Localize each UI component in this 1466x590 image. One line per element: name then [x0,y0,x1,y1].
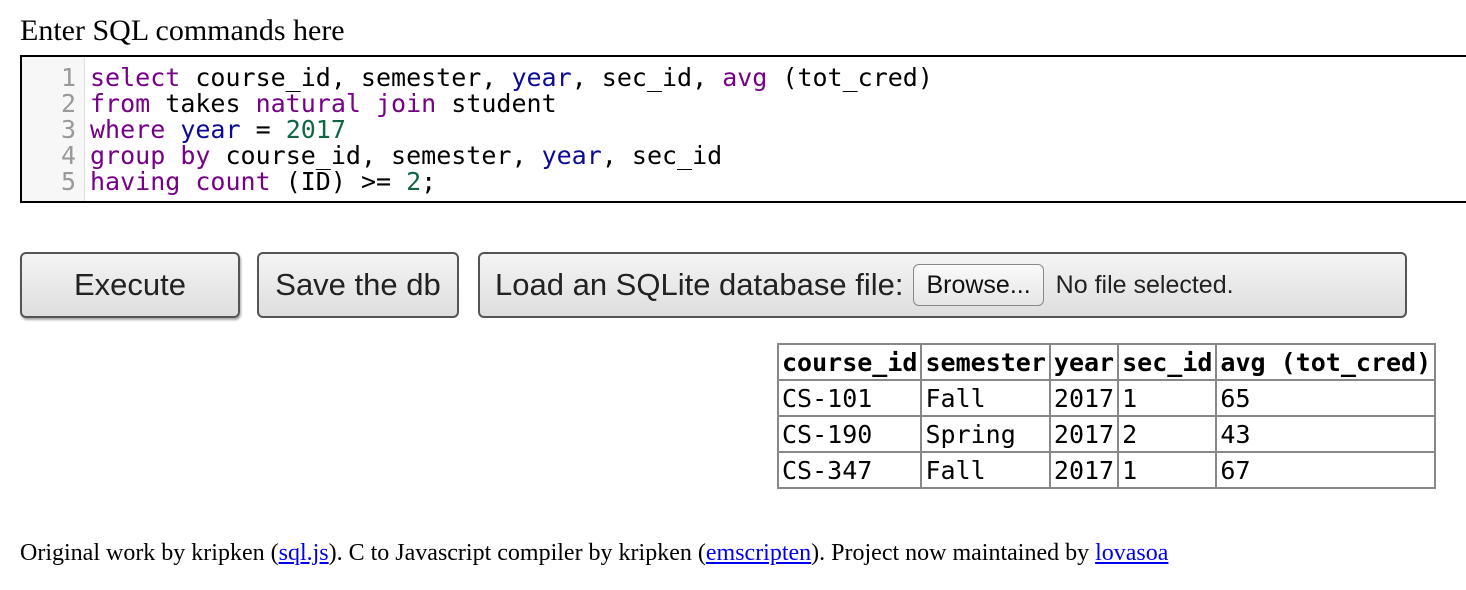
code-token: group [90,141,166,170]
table-cell: Fall [920,451,1051,489]
results-table: course_id semester year sec_id avg (tot_cred… [776,343,1437,489]
file-status-text: No file selected. [1055,270,1234,299]
line-code[interactable]: where year = 2017 [90,117,346,143]
load-db-file-control[interactable]: Load an SQLite database file: Browse... … [478,252,1407,318]
code-token: (ID) >= [270,167,407,196]
code-token: 2 [406,167,422,196]
load-db-label: Load an SQLite database file: [495,267,904,302]
footer-credits: Original work by kripken (sql.js). C to … [20,540,1168,567]
line-number: 2 [60,89,76,118]
code-token: from [90,89,151,118]
footer-text-2: ). C to Javascript compiler by kripken ( [328,540,706,566]
code-token: course_id, semester, [180,63,512,92]
line-number: 1 [60,63,76,92]
line-code[interactable]: group by course_id, semester, year, sec_… [90,143,722,169]
table-row: CS-101 Fall 2017 1 65 [776,379,1437,417]
code-token: , sec_id, [571,63,723,92]
table-cell: CS-101 [776,379,923,417]
browse-button[interactable]: Browse... [913,264,1044,306]
line-number: 3 [60,115,76,144]
column-header: year [1048,343,1120,381]
table-cell: Fall [920,379,1051,417]
line-code[interactable]: select course_id, semester, year, sec_id… [90,65,933,91]
code-token: (tot_cred) [767,63,933,92]
table-row: CS-347 Fall 2017 1 67 [776,451,1437,489]
table-cell: 65 [1215,379,1437,417]
table-cell: 43 [1215,415,1437,453]
code-token: takes [150,89,256,118]
code-token: avg [722,63,768,92]
line-number: 4 [60,141,76,170]
code-token: course_id, semester, [210,141,542,170]
table-cell: 67 [1215,451,1437,489]
code-token: natural [255,89,361,118]
column-header: sec_id [1117,343,1218,381]
column-header: semester [920,343,1051,381]
code-token: = [240,115,286,144]
table-cell: 2017 [1048,379,1120,417]
table-cell: 2017 [1048,451,1120,489]
column-header: course_id [776,343,923,381]
column-header: avg (tot_cred) [1215,343,1437,381]
code-token: 2017 [285,115,346,144]
table-cell: Spring [920,415,1051,453]
code-token: count [195,167,271,196]
code-token: year [541,141,602,170]
code-token: select [90,63,181,92]
line-code[interactable]: having count (ID) >= 2; [90,169,436,195]
table-row: CS-190 Spring 2017 2 43 [776,415,1437,453]
save-db-button[interactable]: Save the db [257,252,459,318]
footer-text-1: Original work by kripken ( [20,540,279,566]
results-body: CS-101 Fall 2017 1 65 CS-190 Spring 2017 2 43 CS-3… [776,379,1437,489]
code-token: , sec_id [601,141,723,170]
table-cell: CS-347 [776,451,923,489]
lovasoa-link[interactable]: lovasoa [1095,540,1168,566]
code-token: ; [421,167,437,196]
table-cell: 2 [1117,415,1218,453]
sql-editor[interactable]: 1 select course_id, semester, year, sec_i… [20,55,1466,203]
line-code[interactable]: from takes natural join student [90,91,557,117]
page-heading: Enter SQL commands here [20,14,345,47]
table-cell: 1 [1117,451,1218,489]
execute-button[interactable]: Execute [20,252,240,318]
code-token: student [436,89,557,118]
emscripten-link[interactable]: emscripten [706,540,811,566]
code-token: year [511,63,572,92]
code-token: by [180,141,211,170]
code-token: join [376,89,437,118]
code-token: where [90,115,166,144]
code-token: year [180,115,241,144]
table-cell: 2017 [1048,415,1120,453]
sqljs-link[interactable]: sql.js [279,540,329,566]
line-number: 5 [60,167,76,196]
footer-text-3: ). Project now maintained by [811,540,1096,566]
table-cell: 1 [1117,379,1218,417]
code-token: having [90,167,181,196]
table-cell: CS-190 [776,415,923,453]
results-header-row: course_id semester year sec_id avg (tot_cred… [776,343,1437,381]
